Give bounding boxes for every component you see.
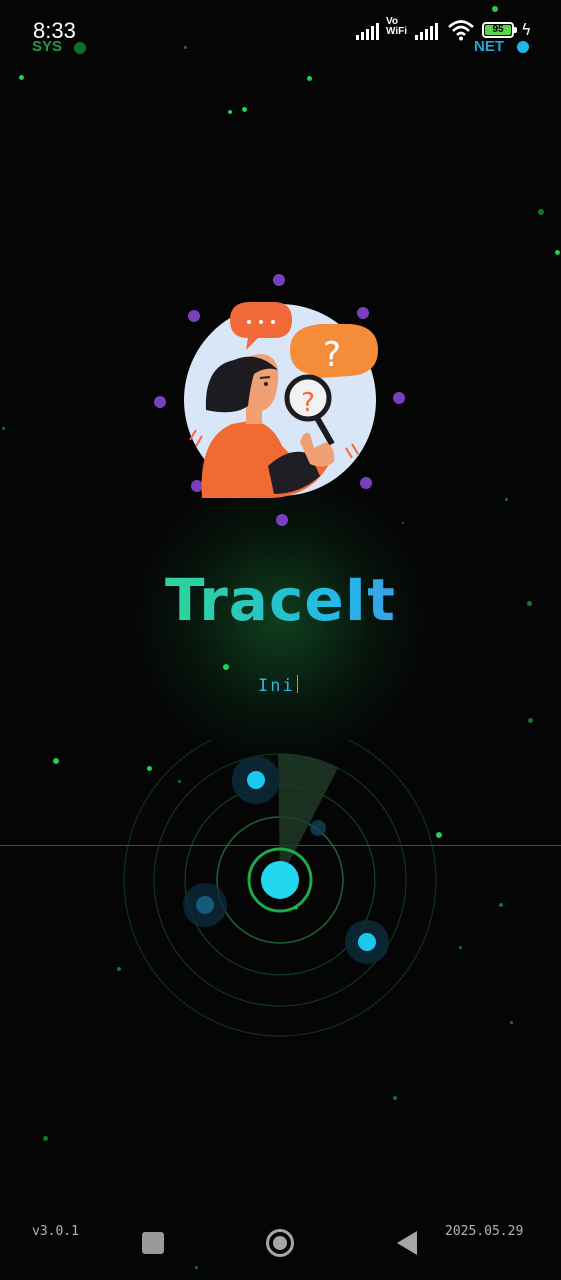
svg-text:?: ?	[323, 335, 341, 375]
net-label: NET	[474, 38, 504, 55]
cellular-signal-2-icon	[415, 23, 438, 40]
home-circle-icon[interactable]	[265, 1228, 295, 1258]
loading-status-text: Ini	[258, 675, 298, 696]
battery-level: 95	[485, 25, 511, 35]
date-label: 2025.05.29	[445, 1224, 524, 1239]
version-label: v3.0.1	[32, 1224, 79, 1239]
text-cursor	[296, 675, 298, 693]
recents-square-icon[interactable]	[142, 1232, 164, 1254]
charging-bolt-icon: ϟ	[521, 20, 532, 39]
sys-indicator-dot	[74, 42, 86, 54]
svg-text:?: ?	[301, 388, 315, 418]
wifi-icon	[448, 20, 474, 41]
back-triangle-icon[interactable]	[395, 1229, 419, 1257]
person-magnifier-illustration: ? ?	[154, 274, 405, 526]
battery-icon: 95	[482, 22, 514, 38]
net-indicator-dot	[517, 41, 529, 53]
radar-scanner-icon	[123, 740, 437, 1037]
vowifi-icon: Vo WiFi	[386, 16, 408, 37]
cellular-signal-icon	[356, 23, 379, 40]
app-title: TraceIt	[0, 566, 561, 634]
battery-cap	[514, 27, 517, 33]
sys-label: SYS	[32, 38, 63, 55]
